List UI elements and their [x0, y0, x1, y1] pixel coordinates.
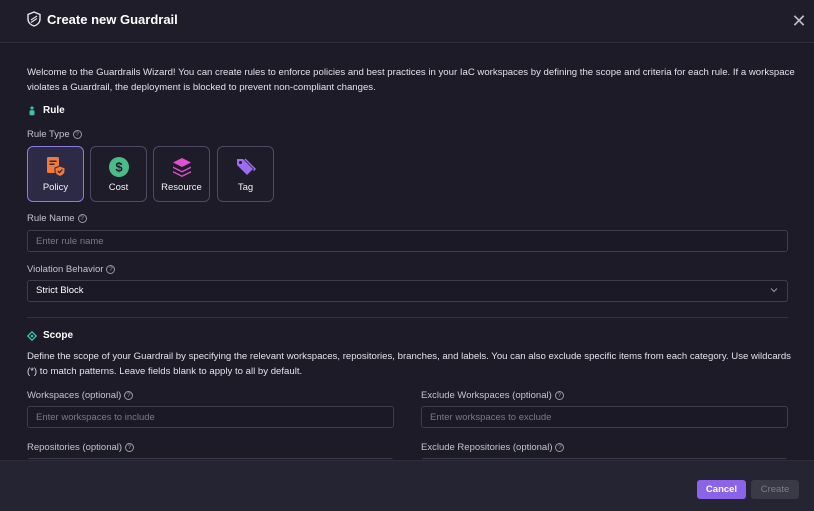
section-divider	[27, 317, 788, 318]
exclude-workspaces-label: Exclude Workspaces (optional) ?	[421, 390, 564, 401]
tag-icon	[237, 158, 257, 175]
rule-type-tag[interactable]: Tag	[217, 146, 274, 202]
workspaces-label-text: Workspaces (optional)	[27, 390, 122, 401]
scope-section-title: Scope	[27, 330, 73, 341]
dollar-coin-icon: $	[109, 157, 129, 177]
exclude-workspaces-label-text: Exclude Workspaces (optional)	[421, 390, 552, 401]
dialog-title: Create new Guardrail	[47, 12, 178, 27]
help-icon[interactable]: ?	[77, 214, 87, 223]
help-icon[interactable]: ?	[555, 443, 565, 452]
rule-type-cost-label: Cost	[108, 182, 129, 193]
repositories-label-text: Repositories (optional)	[27, 442, 123, 453]
help-icon[interactable]: ?	[554, 391, 564, 400]
rule-name-input[interactable]	[27, 230, 788, 252]
help-icon[interactable]: ?	[124, 391, 134, 400]
create-guardrail-dialog: Create new Guardrail ✕ Welcome to the Gu…	[0, 0, 814, 511]
rule-section-title: Rule	[27, 105, 65, 116]
scope-icon	[27, 330, 37, 341]
help-icon[interactable]: ?	[106, 265, 116, 274]
rule-type-tag-label: Tag	[237, 182, 254, 193]
rule-name-label-text: Rule Name	[27, 213, 75, 224]
rule-type-resource[interactable]: Resource	[153, 146, 210, 202]
rule-name-label: Rule Name ?	[27, 213, 87, 224]
exclude-repositories-label-text: Exclude Repositories (optional)	[421, 442, 553, 453]
violation-behavior-label: Violation Behavior ?	[27, 264, 116, 275]
rule-type-resource-label: Resource	[161, 182, 202, 193]
intro-text: Welcome to the Guardrails Wizard! You ca…	[27, 67, 795, 93]
cancel-button[interactable]: Cancel	[697, 480, 746, 499]
repositories-input[interactable]	[27, 458, 394, 459]
dialog-body: Welcome to the Guardrails Wizard! You ca…	[0, 44, 814, 459]
policy-shield-icon	[47, 157, 66, 178]
workspaces-input[interactable]	[27, 406, 394, 428]
svg-text:$: $	[115, 160, 123, 175]
rule-type-label-text: Rule Type	[27, 129, 70, 140]
create-button[interactable]: Create	[751, 480, 799, 499]
exclude-workspaces-input[interactable]	[421, 406, 788, 428]
workspaces-label: Workspaces (optional) ?	[27, 390, 134, 401]
close-icon[interactable]: ✕	[790, 12, 808, 30]
shield-icon	[27, 11, 41, 27]
rule-type-label: Rule Type ?	[27, 129, 82, 140]
rule-type-policy[interactable]: Policy	[27, 146, 84, 202]
dialog-footer: Cancel Create	[0, 460, 814, 511]
repositories-label: Repositories (optional) ?	[27, 442, 135, 453]
rule-icon	[29, 105, 35, 115]
rule-section-label: Rule	[43, 105, 65, 116]
scope-section-label: Scope	[43, 330, 74, 341]
violation-behavior-label-text: Violation Behavior	[27, 264, 104, 275]
violation-behavior-select[interactable]: Strict Block	[27, 280, 788, 302]
rule-type-cost[interactable]: $ Cost	[90, 146, 147, 202]
stack-layers-icon	[173, 158, 191, 177]
rule-type-policy-label: Policy	[42, 182, 69, 193]
chevron-down-icon	[770, 288, 778, 293]
help-icon[interactable]: ?	[125, 443, 135, 452]
violation-behavior-value: Strict Block	[36, 285, 84, 296]
exclude-repositories-label: Exclude Repositories (optional) ?	[421, 442, 565, 453]
help-icon[interactable]: ?	[72, 130, 82, 139]
scope-description: Define the scope of your Guardrail by sp…	[27, 351, 791, 377]
dialog-header: Create new Guardrail ✕	[0, 0, 814, 43]
exclude-repositories-input[interactable]	[421, 458, 788, 459]
